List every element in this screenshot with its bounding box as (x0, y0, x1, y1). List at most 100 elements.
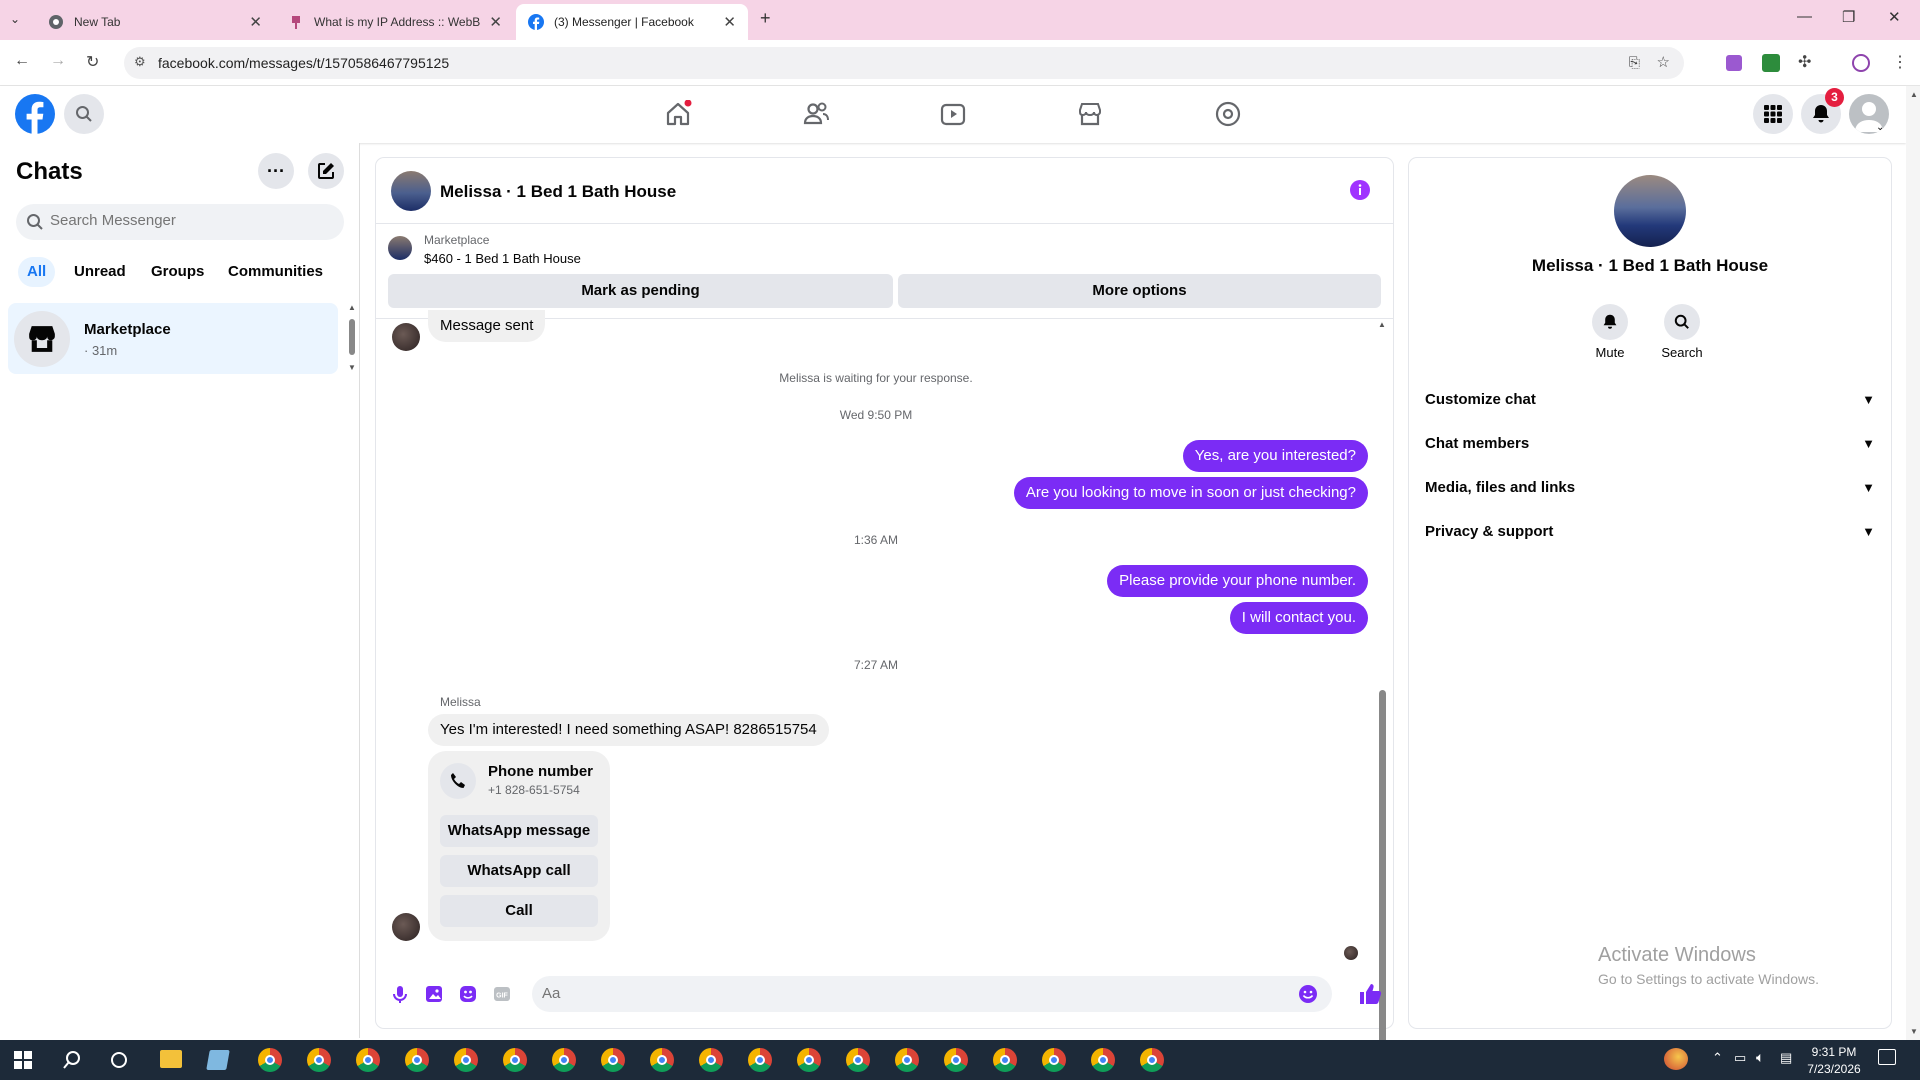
chat-list-item[interactable]: Marketplace · 31m (8, 303, 338, 374)
bookmark-star-icon[interactable]: ☆ (1657, 53, 1670, 71)
conversation-title[interactable]: Melissa · 1 Bed 1 Bath House (440, 182, 676, 202)
chrome-taskbar-icon[interactable] (1140, 1048, 1164, 1072)
file-explorer-icon[interactable] (160, 1050, 182, 1068)
facebook-logo-icon[interactable] (15, 94, 55, 134)
filter-all[interactable]: All (18, 257, 56, 287)
chrome-taskbar-icon[interactable] (846, 1048, 870, 1072)
more-options-button[interactable]: More options (898, 274, 1381, 308)
call-button[interactable]: Call (440, 895, 598, 927)
chat-members-section[interactable]: Chat members ▼ (1425, 426, 1875, 462)
windows-start-icon[interactable] (14, 1051, 32, 1069)
message-input[interactable] (542, 985, 1272, 1002)
customize-chat-section[interactable]: Customize chat ▼ (1425, 382, 1875, 418)
like-thumb-icon[interactable] (1358, 982, 1382, 1006)
search-button[interactable] (64, 94, 104, 134)
menu-button[interactable] (1753, 94, 1793, 134)
account-chevron-down-icon[interactable]: ⌄ (1876, 122, 1884, 133)
chrome-taskbar-icon[interactable] (738, 1040, 782, 1080)
install-app-icon[interactable]: ⎘ (1629, 54, 1640, 71)
network-icon[interactable]: ▤ (1780, 1050, 1792, 1066)
notifications-button[interactable]: 3 (1801, 88, 1844, 134)
chrome-taskbar-icon[interactable] (307, 1048, 331, 1072)
gaming-icon[interactable] (1214, 100, 1242, 128)
minimize-icon[interactable]: — (1797, 8, 1812, 25)
chrome-taskbar-icon[interactable] (699, 1048, 723, 1072)
reload-icon[interactable]: ↻ (86, 52, 99, 72)
search-messenger-field[interactable] (50, 212, 330, 229)
filter-groups[interactable]: Groups (142, 257, 213, 287)
profile-photo[interactable] (1614, 175, 1686, 247)
extension-icon[interactable] (1762, 54, 1780, 72)
back-icon[interactable]: ← (14, 52, 30, 70)
outgoing-message[interactable]: Yes, are you interested? (1182, 440, 1368, 472)
info-icon[interactable] (1350, 180, 1370, 200)
taskbar-search-icon[interactable] (62, 1050, 82, 1070)
chrome-taskbar-icon[interactable] (1091, 1048, 1115, 1072)
outgoing-message[interactable]: Please provide your phone number. (1107, 565, 1368, 597)
chrome-taskbar-icon[interactable] (650, 1048, 674, 1072)
chrome-taskbar-icon[interactable] (356, 1048, 380, 1072)
extension-icon[interactable] (1726, 55, 1742, 71)
close-tab-icon[interactable]: ✕ (723, 13, 736, 31)
marketplace-icon[interactable] (1076, 100, 1104, 128)
maximize-icon[interactable]: ❐ (1842, 8, 1855, 26)
photo-icon[interactable] (424, 984, 444, 1004)
incoming-message[interactable]: Yes I'm interested! I need something ASA… (428, 714, 829, 746)
task-view-icon[interactable] (110, 1051, 128, 1069)
mark-as-pending-button[interactable]: Mark as pending (388, 274, 893, 308)
chrome-taskbar-icon[interactable] (258, 1048, 282, 1072)
new-tab-plus-icon[interactable]: + (760, 8, 771, 29)
whatsapp-message-button[interactable]: WhatsApp message (440, 815, 598, 847)
message-composer[interactable] (532, 976, 1332, 1012)
gif-icon[interactable]: GIF (492, 984, 512, 1004)
filter-unread[interactable]: Unread (65, 257, 135, 287)
tab-ip-address[interactable]: What is my IP Address :: WebBr ✕ (276, 4, 514, 40)
volume-icon[interactable]: 🔈︎ (1756, 1049, 1764, 1066)
conversation-avatar[interactable] (391, 171, 431, 211)
chats-options-button[interactable]: ··· (258, 153, 294, 189)
close-window-icon[interactable]: ✕ (1888, 8, 1901, 26)
chrome-taskbar-icon[interactable] (552, 1048, 576, 1072)
search-in-conversation-button[interactable] (1664, 304, 1700, 340)
taskbar-date[interactable]: 7/23/2026 (1806, 1062, 1862, 1076)
outgoing-message[interactable]: Are you looking to move in soon or just … (1013, 477, 1368, 509)
chrome-taskbar-icon[interactable] (454, 1048, 478, 1072)
media-files-links-section[interactable]: Media, files and links ▼ (1425, 470, 1875, 506)
chrome-taskbar-icon[interactable] (797, 1048, 821, 1072)
close-tab-icon[interactable]: ✕ (489, 13, 502, 31)
home-icon[interactable] (664, 100, 692, 128)
outgoing-message[interactable]: I will contact you. (1229, 602, 1368, 634)
chrome-taskbar-icon[interactable] (993, 1048, 1017, 1072)
chrome-taskbar-icon[interactable] (944, 1048, 968, 1072)
privacy-support-section[interactable]: Privacy & support ▼ (1425, 514, 1875, 550)
tab-search-chevron-icon[interactable]: ⌄ (10, 12, 20, 26)
chrome-taskbar-icon[interactable] (895, 1048, 919, 1072)
address-bar[interactable]: ⚙ facebook.com/messages/t/15705864677951… (124, 47, 1684, 79)
conversation-scrollbar[interactable]: ▲ ▼ (1376, 320, 1388, 1080)
extensions-puzzle-icon[interactable]: ✣ (1798, 52, 1811, 72)
page-scrollbar[interactable]: ▲ ▼ (1906, 86, 1920, 1040)
sticker-icon[interactable] (458, 984, 478, 1004)
microphone-icon[interactable] (390, 984, 410, 1004)
tab-new-tab[interactable]: New Tab ✕ (36, 4, 274, 40)
watch-icon[interactable] (939, 100, 967, 128)
chrome-taskbar-icon[interactable] (405, 1048, 429, 1072)
taskbar-time[interactable]: 9:31 PM (1806, 1045, 1862, 1059)
filter-communities[interactable]: Communities (219, 257, 332, 287)
show-hidden-icons-icon[interactable]: ⌃ (1712, 1050, 1723, 1066)
whatsapp-call-button[interactable]: WhatsApp call (440, 855, 598, 887)
emoji-icon[interactable] (1298, 984, 1318, 1004)
profile-icon[interactable] (1852, 54, 1870, 72)
new-message-button[interactable] (308, 153, 344, 189)
chrome-taskbar-icon[interactable] (503, 1048, 527, 1072)
chrome-taskbar-icon[interactable] (601, 1048, 625, 1072)
friends-icon[interactable] (802, 100, 830, 128)
forward-icon[interactable]: → (50, 52, 66, 70)
device-icon[interactable]: ▭ (1734, 1050, 1746, 1066)
notepad-icon[interactable] (206, 1050, 230, 1070)
chrome-taskbar-icon[interactable] (1042, 1048, 1066, 1072)
close-tab-icon[interactable]: ✕ (249, 13, 262, 31)
tab-messenger[interactable]: (3) Messenger | Facebook ✕ (516, 4, 748, 40)
browser-menu-icon[interactable]: ⋮ (1892, 52, 1908, 72)
mute-button[interactable] (1592, 304, 1628, 340)
